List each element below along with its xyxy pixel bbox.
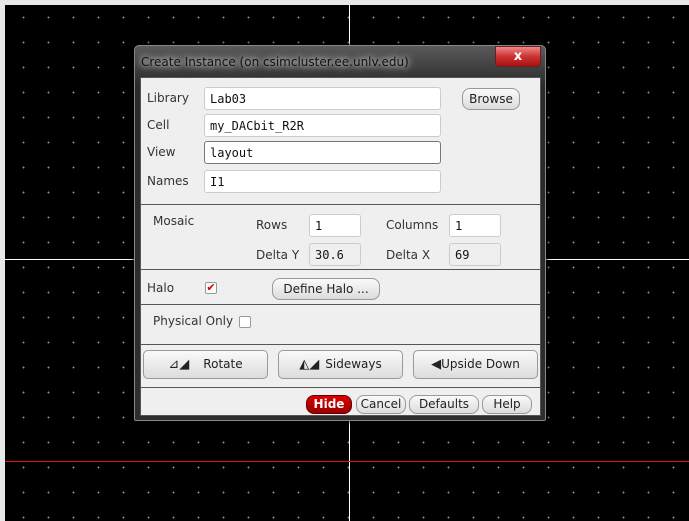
rows-input[interactable]: 1 (309, 214, 361, 237)
separator (141, 269, 540, 270)
mosaic-label: Mosaic (153, 214, 195, 228)
create-instance-dialog: Create Instance (on csimcluster.ee.unlv.… (134, 45, 546, 421)
names-input[interactable]: I1 (204, 170, 441, 193)
columns-input[interactable]: 1 (449, 214, 501, 237)
defaults-button[interactable]: Defaults (409, 395, 479, 414)
browse-button[interactable]: Browse (462, 88, 520, 110)
cancel-button[interactable]: Cancel (356, 395, 406, 414)
rotate-label: Rotate (203, 357, 243, 371)
delta-x-input[interactable]: 69 (449, 243, 501, 266)
rotate-button[interactable]: ⊿◢ Rotate (143, 350, 268, 379)
define-halo-button[interactable]: Define Halo ... (272, 278, 380, 300)
sideways-button[interactable]: ◭◢ Sideways (278, 350, 403, 379)
sideways-label: Sideways (325, 357, 382, 371)
columns-label: Columns (386, 218, 439, 232)
separator (141, 344, 540, 345)
view-label: View (147, 145, 176, 159)
close-button[interactable]: x (495, 46, 541, 67)
physical-only-label: Physical Only (153, 314, 234, 328)
hide-button[interactable]: Hide (306, 395, 352, 414)
red-guide-line (5, 461, 689, 462)
rotate-icon: ⊿◢ (168, 357, 190, 372)
halo-label: Halo (147, 281, 175, 295)
upside-down-label: Upside Down (441, 357, 520, 371)
dialog-title: Create Instance (on csimcluster.ee.unlv.… (141, 55, 409, 69)
cell-label: Cell (147, 118, 170, 132)
sideways-icon: ◭◢ (299, 357, 320, 372)
names-label: Names (147, 174, 189, 188)
cell-input[interactable]: my_DACbit_R2R (204, 114, 441, 137)
separator (141, 304, 540, 305)
library-input[interactable]: Lab03 (204, 87, 441, 110)
rows-label: Rows (256, 218, 288, 232)
delta-x-label: Delta X (386, 248, 431, 262)
upside-down-icon: ◀ (431, 357, 442, 372)
upside-down-button[interactable]: ◀Upside Down (413, 350, 538, 379)
halo-checkbox[interactable]: ✔ (205, 282, 217, 294)
separator (141, 387, 540, 388)
physical-only-checkbox[interactable] (239, 316, 251, 328)
help-button[interactable]: Help (482, 395, 532, 414)
separator (141, 204, 540, 205)
delta-y-label: Delta Y (256, 248, 300, 262)
view-input[interactable]: layout (204, 141, 441, 164)
dialog-content: Library Lab03 Browse Cell my_DACbit_R2R … (140, 77, 541, 416)
delta-y-input[interactable]: 30.6 (309, 243, 361, 266)
library-label: Library (147, 91, 189, 105)
